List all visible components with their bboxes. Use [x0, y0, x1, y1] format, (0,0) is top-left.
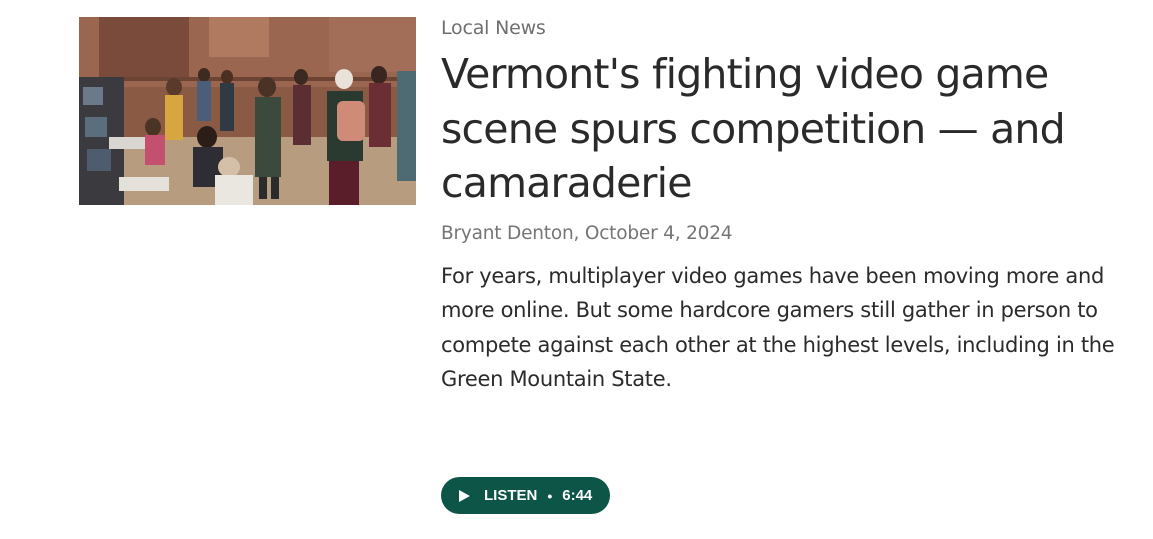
story-photo [79, 17, 416, 205]
category-link[interactable]: Local News [441, 14, 1141, 42]
listen-button[interactable]: LISTEN • 6:44 [441, 477, 611, 514]
listen-separator: • [547, 487, 553, 504]
byline: Bryant Denton, October 4, 2024 [441, 222, 733, 244]
story-summary: For years, multiplayer video games have … [441, 263, 1115, 392]
story-thumbnail[interactable] [79, 17, 416, 205]
headline-link[interactable]: Vermont's fighting video game scene spur… [441, 47, 1081, 211]
play-icon [459, 489, 470, 502]
story-text: Local News Vermont's fighting video game… [441, 14, 1141, 397]
listen-label: LISTEN [484, 487, 538, 504]
story-card: Local News Vermont's fighting video game… [0, 0, 1153, 539]
listen-duration: 6:44 [562, 487, 593, 504]
